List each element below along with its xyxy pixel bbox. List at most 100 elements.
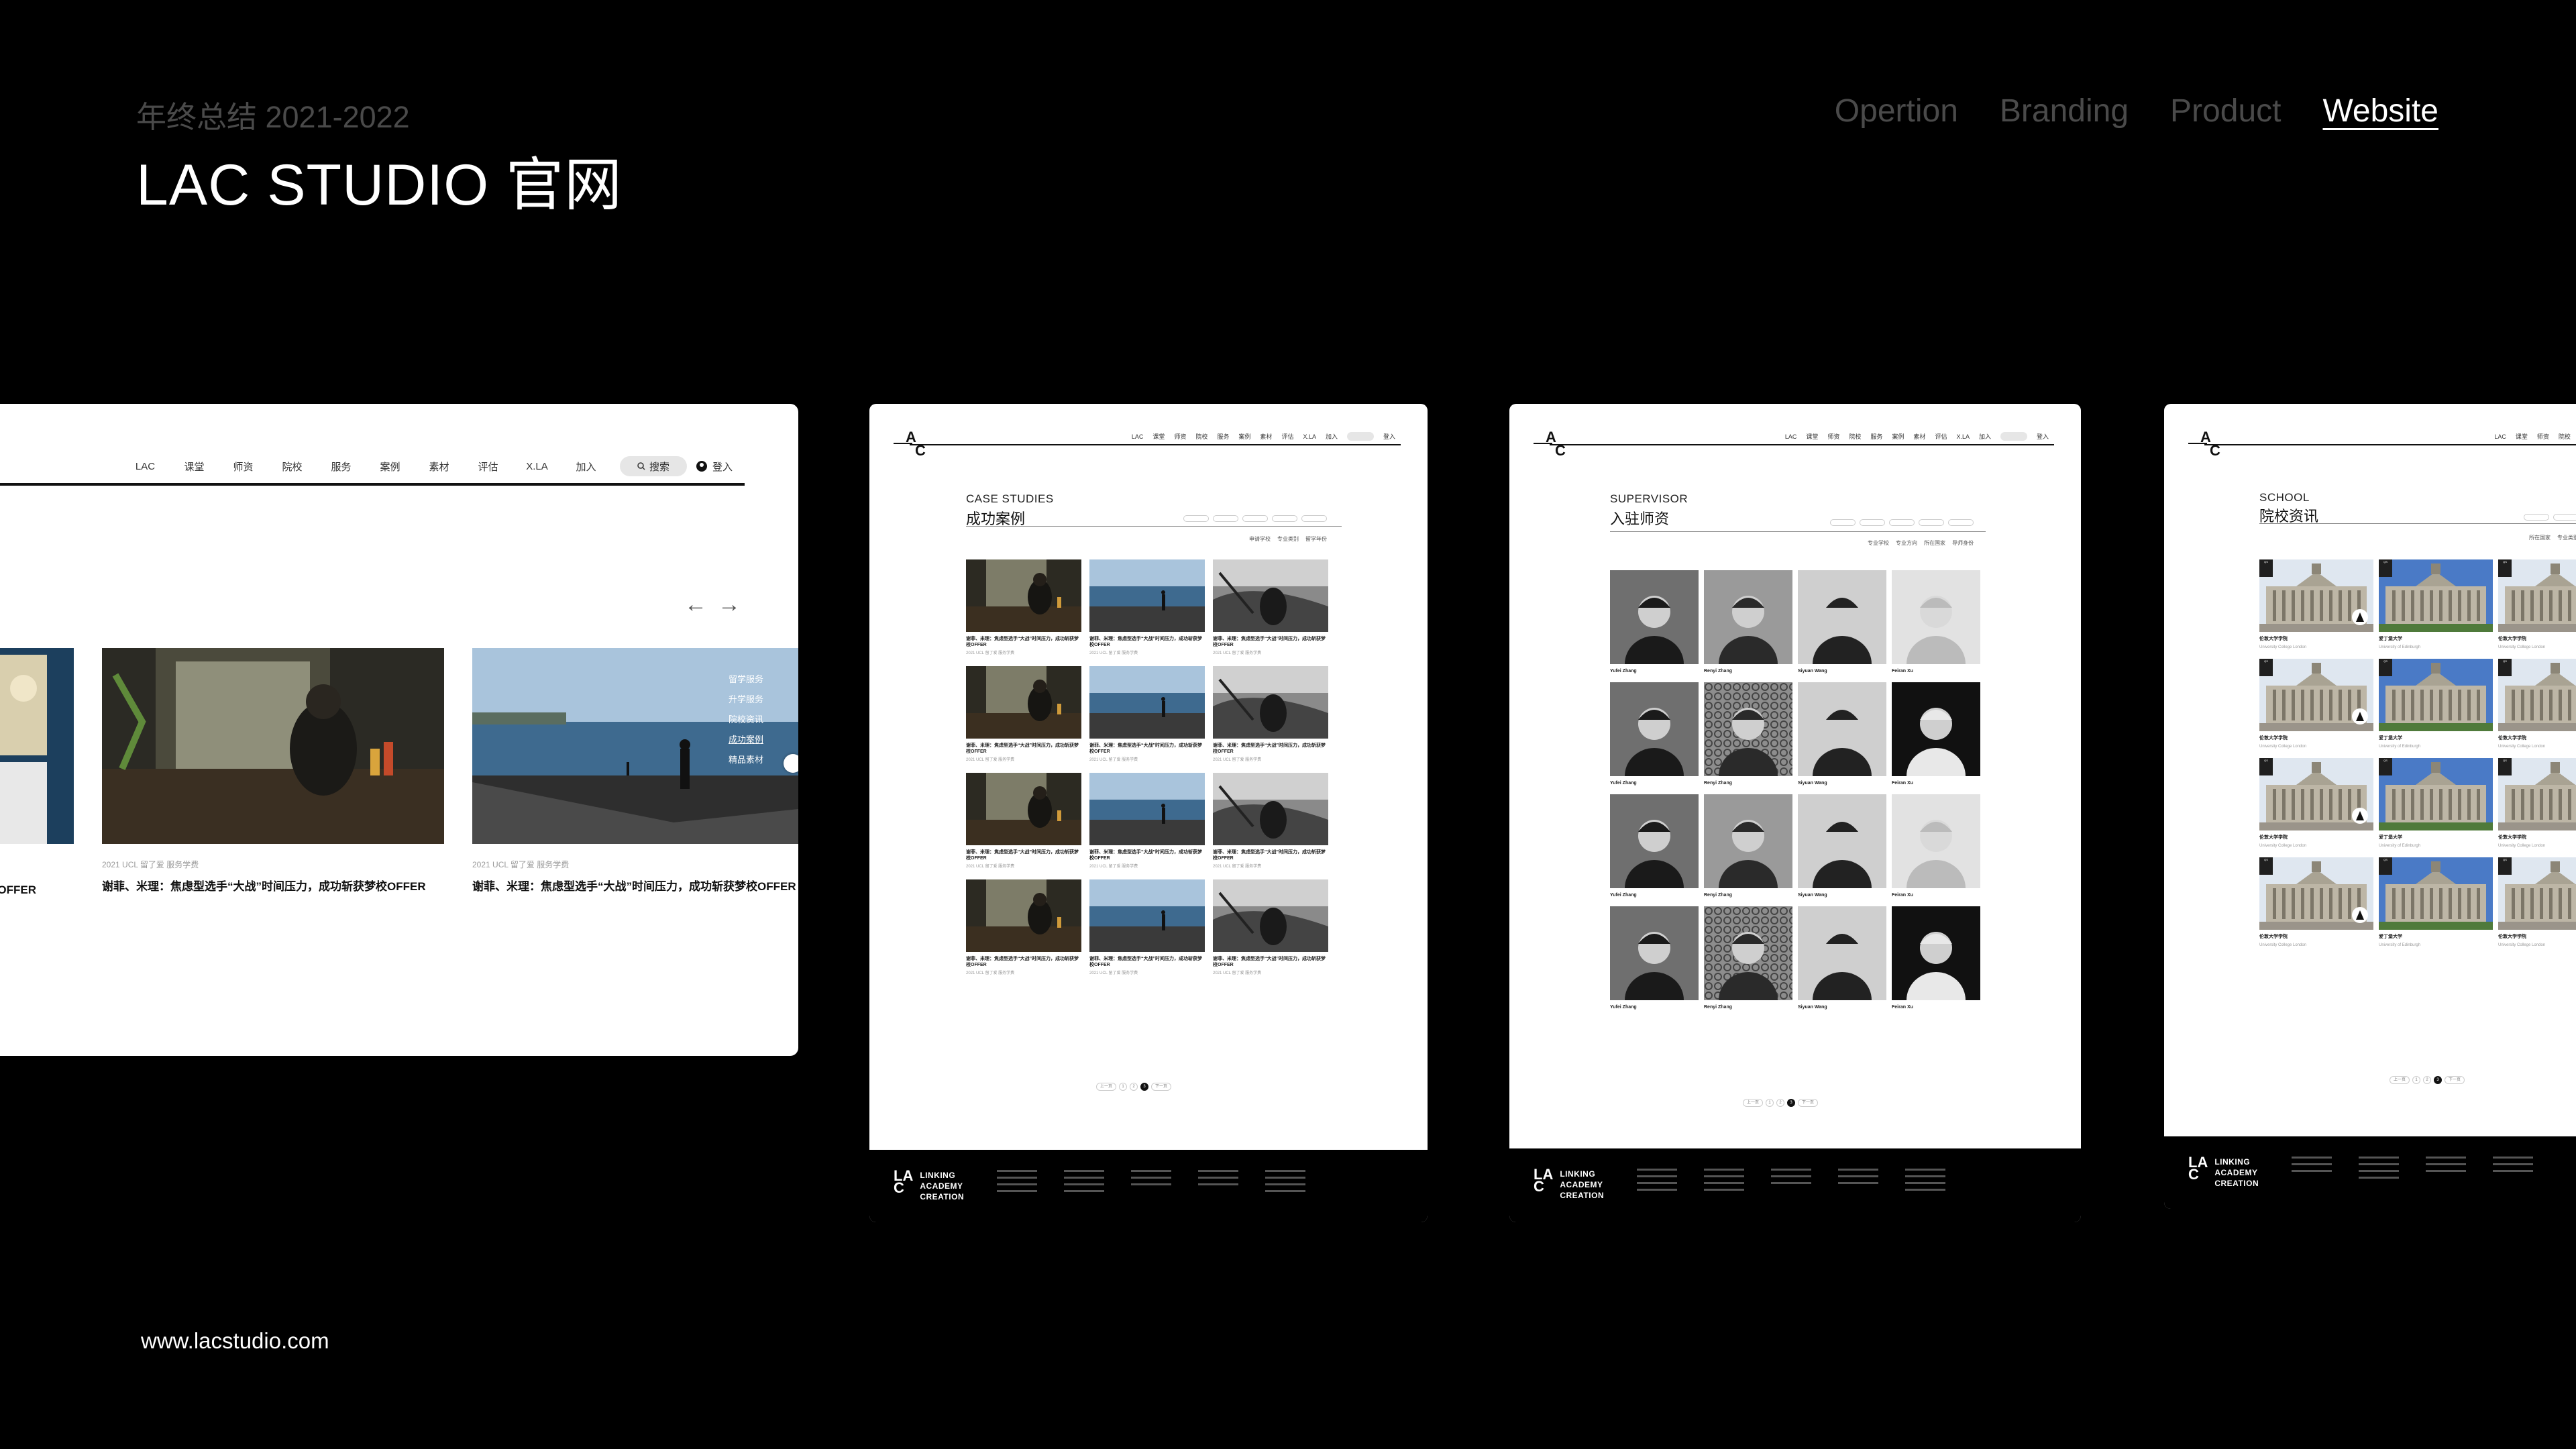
supervisor-card[interactable]: Renyi Zhang (1704, 682, 1792, 786)
menu-item-xla[interactable]: X.LA (513, 461, 561, 472)
case-item[interactable]: 谢菲、米理：焦虑型选手“大战”时间压力，成功斩获梦校OFFER 2021 UCL … (966, 559, 1081, 657)
mini-menu-item[interactable]: 案例 (1892, 432, 1904, 441)
mini-menu-item[interactable]: 师资 (1174, 432, 1186, 441)
supervisor-card[interactable]: Yufei Zhang (1610, 906, 1699, 1010)
case-item[interactable]: 谢菲、米理：焦虑型选手“大战”时间压力，成功斩获梦校OFFER 2021 UCL … (1213, 559, 1328, 657)
next-arrow-icon[interactable]: → (718, 592, 741, 618)
dropdown-item[interactable]: 精品素材 (729, 750, 763, 770)
login-button[interactable]: 登入 (696, 460, 733, 474)
dropdown-item[interactable]: 院校资讯 (729, 710, 763, 730)
pager-current[interactable]: 3 (1787, 1099, 1795, 1107)
filter-dropdown[interactable]: 申请学校 (1249, 535, 1271, 543)
supervisor-card[interactable]: Siyuan Wang (1798, 570, 1886, 674)
school-card[interactable]: QS 伦敦大学学院 University College London (2498, 857, 2576, 949)
mini-login[interactable]: 登入 (2037, 432, 2049, 441)
case-item[interactable]: 谢菲、米理：焦虑型选手“大战”时间压力，成功斩获梦校OFFER 2021 UCL … (1213, 773, 1328, 870)
pager-page[interactable]: 2 (1130, 1083, 1138, 1091)
carousel-handle[interactable] (784, 754, 798, 773)
case-item[interactable]: 谢菲、米理：焦虑型选手“大战”时间压力，成功斩获梦校OFFER 2021 UCL … (966, 879, 1081, 977)
pager-next[interactable]: 下一页 (1798, 1099, 1818, 1107)
menu-item-teachers[interactable]: 师资 (219, 460, 268, 474)
filter-dropdown[interactable]: 所在国家 (2529, 534, 2551, 541)
school-card[interactable]: QS 伦敦大学学院 University College London (2498, 559, 2576, 651)
mini-menu-item[interactable]: 素材 (1913, 432, 1925, 441)
mini-menu-item[interactable]: 课堂 (1806, 432, 1818, 441)
filter-dropdown[interactable]: 专业学校 (1868, 539, 1889, 547)
mini-menu-item[interactable]: X.LA (1303, 433, 1316, 440)
mini-login[interactable]: 登入 (1383, 432, 1395, 441)
mini-menu-item[interactable]: 课堂 (1152, 432, 1165, 441)
case-item[interactable]: 谢菲、米理：焦虑型选手“大战”时间压力，成功斩获梦校OFFER 2021 UCL … (1213, 879, 1328, 977)
pager-page[interactable]: 2 (2423, 1076, 2431, 1084)
supervisor-card[interactable]: Renyi Zhang (1704, 906, 1792, 1010)
case-item[interactable]: 谢菲、米理：焦虑型选手“大战”时间压力，成功斩获梦校OFFER 2021 UCL … (1089, 773, 1205, 870)
pager-page[interactable]: 1 (1119, 1083, 1127, 1091)
mini-menu-item[interactable]: 素材 (1260, 432, 1272, 441)
filter-dropdown[interactable]: 导师身份 (1952, 539, 1974, 547)
menu-item-cases[interactable]: 案例 (366, 460, 415, 474)
case-card-partial[interactable]: 梦校OFFER (0, 648, 74, 897)
supervisor-card[interactable]: Feiran Xu (1892, 906, 1980, 1010)
mini-menu-item[interactable]: 服务 (1870, 432, 1882, 441)
supervisor-card[interactable]: Siyuan Wang (1798, 794, 1886, 898)
school-card[interactable]: QS 伦敦大学学院 University College London (2259, 559, 2373, 651)
nav-opertion[interactable]: Opertion (1835, 93, 1958, 129)
pager-prev[interactable]: 上一页 (1743, 1099, 1763, 1107)
dropdown-item[interactable]: 留学服务 (729, 669, 763, 690)
supervisor-card[interactable]: Feiran Xu (1892, 570, 1980, 674)
mini-menu-item[interactable]: LAC (2494, 433, 2506, 440)
school-card[interactable]: QS 伦敦大学学院 University College London (2259, 857, 2373, 949)
menu-item-services[interactable]: 服务 (317, 460, 366, 474)
school-card[interactable]: QS 伦敦大学学院 University College London (2498, 659, 2576, 750)
mini-menu-item[interactable]: 课堂 (2516, 432, 2528, 441)
menu-item-lac[interactable]: LAC (121, 461, 170, 472)
mini-menu-item[interactable]: 案例 (1238, 432, 1250, 441)
mini-menu-item[interactable]: 评估 (1281, 432, 1293, 441)
school-card[interactable]: QS 伦敦大学学院 University College London (2498, 758, 2576, 849)
nav-branding[interactable]: Branding (2000, 93, 2129, 129)
nav-product[interactable]: Product (2170, 93, 2281, 129)
dropdown-item-selected[interactable]: 成功案例 (729, 730, 763, 750)
pager-next[interactable]: 下一页 (1151, 1083, 1171, 1091)
mini-menu-item[interactable]: LAC (1132, 433, 1144, 440)
school-card[interactable]: QS 爱丁堡大学 University of Edinburgh (2379, 559, 2493, 651)
filter-dropdown[interactable]: 专业类别 (1277, 535, 1299, 543)
mini-menu-item[interactable]: 加入 (1326, 432, 1338, 441)
filter-dropdown[interactable]: 专业类别 (2557, 534, 2576, 541)
pager-page[interactable]: 1 (1766, 1099, 1774, 1107)
mini-menu-item[interactable]: 师资 (1827, 432, 1839, 441)
case-item[interactable]: 谢菲、米理：焦虑型选手“大战”时间压力，成功斩获梦校OFFER 2021 UCL … (966, 666, 1081, 763)
case-item[interactable]: 谢菲、米理：焦虑型选手“大战”时间压力，成功斩获梦校OFFER 2021 UCL … (1089, 666, 1205, 763)
pager-prev[interactable]: 上一页 (2390, 1076, 2410, 1084)
school-card[interactable]: QS 爱丁堡大学 University of Edinburgh (2379, 758, 2493, 849)
prev-arrow-icon[interactable]: ← (684, 592, 707, 618)
filter-dropdown[interactable]: 专业方向 (1896, 539, 1917, 547)
case-item[interactable]: 谢菲、米理：焦虑型选手“大战”时间压力，成功斩获梦校OFFER 2021 UCL … (1089, 559, 1205, 657)
search-button[interactable]: 搜索 (620, 456, 687, 476)
mini-search-pill[interactable] (2000, 432, 2027, 441)
pager-current[interactable]: 3 (2434, 1076, 2442, 1084)
case-item[interactable]: 谢菲、米理：焦虑型选手“大战”时间压力，成功斩获梦校OFFER 2021 UCL … (966, 773, 1081, 870)
nav-website[interactable]: Website (2322, 93, 2438, 129)
school-card[interactable]: QS 伦敦大学学院 University College London (2259, 758, 2373, 849)
pager-page[interactable]: 2 (1776, 1099, 1784, 1107)
mini-menu-item[interactable]: X.LA (1956, 433, 1970, 440)
dropdown-item[interactable]: 升学服务 (729, 690, 763, 710)
supervisor-card[interactable]: Yufei Zhang (1610, 682, 1699, 786)
supervisor-card[interactable]: Feiran Xu (1892, 682, 1980, 786)
mini-menu-item[interactable]: 院校 (1849, 432, 1861, 441)
school-card[interactable]: QS 爱丁堡大学 University of Edinburgh (2379, 857, 2493, 949)
pager-page[interactable]: 1 (2412, 1076, 2420, 1084)
mini-menu-item[interactable]: 服务 (1217, 432, 1229, 441)
case-item[interactable]: 谢菲、米理：焦虑型选手“大战”时间压力，成功斩获梦校OFFER 2021 UCL … (1213, 666, 1328, 763)
supervisor-card[interactable]: Renyi Zhang (1704, 570, 1792, 674)
mini-menu-item[interactable]: 加入 (1979, 432, 1991, 441)
menu-item-assess[interactable]: 评估 (464, 460, 513, 474)
supervisor-card[interactable]: Yufei Zhang (1610, 570, 1699, 674)
school-card[interactable]: QS 伦敦大学学院 University College London (2259, 659, 2373, 750)
menu-item-schools[interactable]: 院校 (268, 460, 317, 474)
supervisor-card[interactable]: Feiran Xu (1892, 794, 1980, 898)
mini-menu-item[interactable]: 院校 (1195, 432, 1208, 441)
filter-dropdown[interactable]: 留学年份 (1305, 535, 1327, 543)
case-item[interactable]: 谢菲、米理：焦虑型选手“大战”时间压力，成功斩获梦校OFFER 2021 UCL … (1089, 879, 1205, 977)
